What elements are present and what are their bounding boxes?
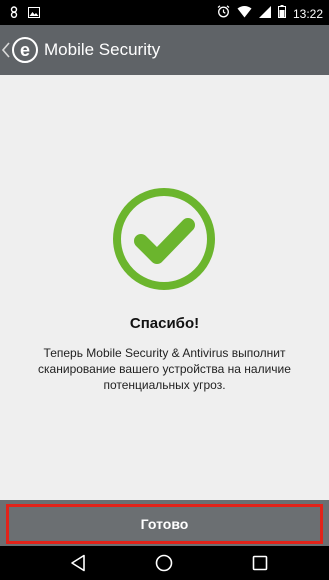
checkmark-icon bbox=[110, 185, 218, 298]
image-notification-icon bbox=[28, 5, 40, 23]
status-time: 13:22 bbox=[292, 7, 323, 21]
done-bar: Готово bbox=[0, 500, 329, 546]
back-chevron-icon[interactable] bbox=[1, 42, 10, 63]
home-icon[interactable] bbox=[153, 554, 175, 572]
status-bar: 13:22 bbox=[0, 0, 329, 25]
app-bar: e Mobile Security bbox=[0, 25, 329, 75]
hangouts-icon bbox=[8, 5, 20, 23]
status-right-icons: 13:22 bbox=[217, 5, 323, 23]
success-heading: Спасибо! bbox=[129, 315, 200, 332]
status-left-icons bbox=[8, 5, 40, 23]
back-icon[interactable] bbox=[67, 554, 89, 572]
recents-icon[interactable] bbox=[249, 554, 271, 572]
eset-logo-icon[interactable]: e bbox=[12, 37, 38, 63]
navigation-bar bbox=[0, 546, 329, 580]
app-title: Mobile Security bbox=[44, 40, 161, 59]
done-button[interactable]: Готово bbox=[6, 504, 323, 544]
logo-letter: e bbox=[19, 40, 30, 60]
alarm-icon bbox=[217, 5, 230, 23]
content-area: Спасибо! Теперь Mobile Security & Antivi… bbox=[0, 75, 329, 500]
wifi-icon bbox=[237, 5, 252, 23]
success-message: Теперь Mobile Security & Antivirus выпол… bbox=[38, 346, 291, 392]
battery-icon bbox=[277, 5, 286, 23]
signal-icon bbox=[258, 5, 271, 23]
